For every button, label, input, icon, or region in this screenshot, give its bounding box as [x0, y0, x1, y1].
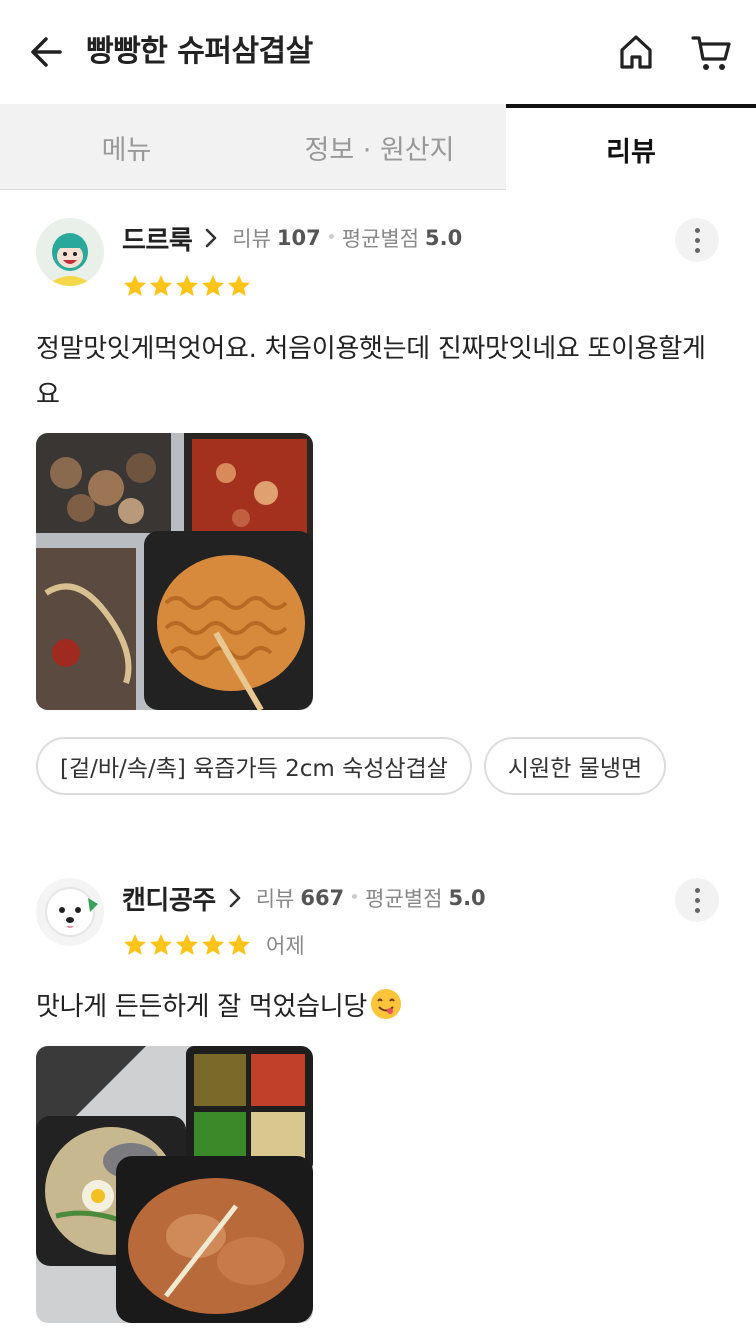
more-options-button[interactable] [675, 218, 719, 262]
review-text-content: 맛나게 든든하게 잘 먹었습니당 [36, 992, 367, 1022]
tab-bar: 메뉴 정보 · 원산지 리뷰 [0, 104, 756, 190]
tab-menu[interactable]: 메뉴 [0, 104, 253, 190]
review-count-label: 리뷰 [232, 227, 271, 251]
more-dot-icon [694, 237, 700, 243]
avatar[interactable] [36, 878, 104, 946]
avatar[interactable] [36, 218, 104, 286]
cart-icon [691, 36, 731, 70]
tab-review[interactable]: 리뷰 [506, 104, 756, 190]
star-rating: 어제 [122, 930, 305, 960]
more-dot-icon [694, 887, 700, 893]
yum-face-emoji-icon [370, 989, 401, 1019]
avg-rating-label: 평균별점 [365, 887, 443, 911]
star-icon [202, 275, 224, 296]
star-icon [124, 275, 146, 296]
more-dot-icon [694, 897, 700, 903]
food-photo-image [36, 1046, 313, 1323]
star-icon [150, 934, 172, 955]
reviewer-info-row: 캔디공주 리뷰 667 평균별점 5.0 [122, 880, 486, 916]
star-icon [202, 934, 224, 955]
cart-button[interactable] [688, 30, 734, 74]
more-dot-icon [694, 907, 700, 913]
chevron-right-icon [229, 888, 240, 908]
top-app-bar: 빵빵한 슈퍼삼겹살 [0, 0, 756, 104]
review-text: 정말맛잇게먹엇어요. 처음이용햇는데 진짜맛잇네요 또이용할게요 [36, 334, 706, 410]
reviewer-nickname[interactable]: 드르룩 [122, 220, 193, 257]
avg-rating-label: 평균별점 [341, 227, 420, 251]
review-count: 107 [276, 226, 321, 250]
more-options-button[interactable] [675, 878, 719, 922]
avg-rating: 5.0 [425, 226, 463, 250]
review-text: 맛나게 든든하게 잘 먹었습니당 [36, 984, 726, 1030]
review-date: 어제 [266, 934, 305, 958]
avg-rating: 5.0 [448, 886, 486, 910]
more-dot-icon [694, 227, 700, 233]
more-dot-icon [694, 247, 700, 253]
review-photo[interactable] [36, 1046, 313, 1323]
star-icon [124, 934, 146, 955]
star-icon [228, 934, 250, 955]
tab-info-origin[interactable]: 정보 · 원산지 [253, 104, 506, 190]
chevron-right-icon [205, 228, 217, 248]
avatar-dog-image [36, 878, 104, 946]
star-icon [228, 275, 250, 296]
reviewer-info-row: 드르룩 리뷰 107 평균별점 5.0 [122, 220, 462, 256]
review-count: 667 [300, 886, 345, 910]
back-button[interactable] [26, 30, 66, 74]
food-photo-image [36, 433, 313, 710]
home-icon [620, 35, 652, 69]
review-photo[interactable] [36, 433, 313, 710]
home-button[interactable] [614, 30, 658, 74]
star-rating [122, 271, 266, 301]
separator-dot [328, 233, 334, 239]
separator-dot [352, 893, 358, 899]
page-title: 빵빵한 슈퍼삼겹살 [86, 34, 313, 69]
menu-tag[interactable]: [겉/바/속/촉] 육즙가득 2cm 숙성삼겹살 [36, 737, 472, 795]
star-icon [176, 275, 198, 296]
arrow-left-icon [31, 37, 62, 67]
app-root: 빵빵한 슈퍼삼겹살 메뉴 정보 · 원산지 리뷰 드르룩 리뷰 107 평균별점… [0, 0, 756, 1338]
menu-tag[interactable]: 시원한 물냉면 [483, 737, 667, 795]
ordered-menu-tags: [겉/바/속/촉] 육즙가득 2cm 숙성삼겹살 시원한 물냉면 [36, 737, 667, 795]
review-count-label: 리뷰 [255, 887, 295, 911]
avatar-cartoon-image [36, 218, 104, 286]
star-icon [150, 275, 172, 296]
star-icon [176, 934, 198, 955]
reviewer-nickname[interactable]: 캔디공주 [122, 880, 216, 917]
